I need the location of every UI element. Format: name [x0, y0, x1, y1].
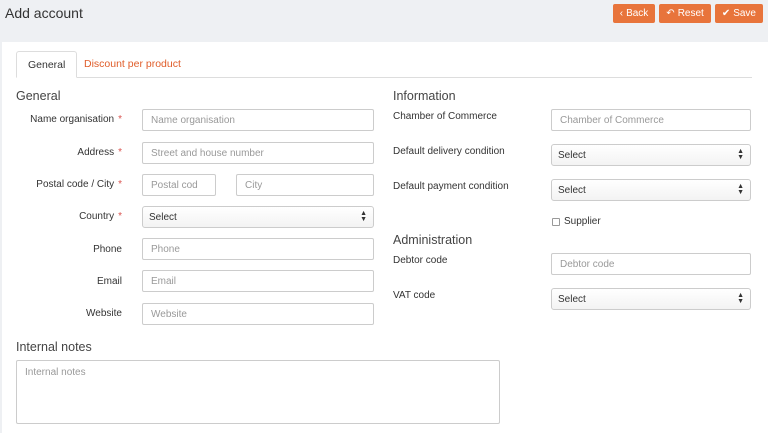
name-organisation-label-text: Name organisation [30, 114, 115, 125]
vat-code-label: VAT code [393, 290, 436, 301]
back-label: Back [626, 8, 649, 19]
payment-condition-value: Select [558, 184, 586, 196]
tab-bar: General Discount per product [16, 51, 752, 78]
phone-label: Phone [93, 244, 122, 255]
postal-city-label: Postal code / City * [16, 179, 122, 190]
address-input[interactable] [142, 142, 374, 164]
address-label: Address * [16, 147, 122, 158]
check-icon: ✔ [721, 7, 731, 19]
website-input[interactable] [142, 303, 374, 325]
vat-code-select[interactable]: Select ▲ ▼ [551, 288, 751, 310]
internal-notes-title: Internal notes [16, 340, 92, 354]
information-section-title: Information [393, 89, 456, 103]
city-input[interactable] [236, 174, 374, 196]
required-mark: * [118, 179, 122, 190]
supplier-checkbox[interactable] [552, 218, 560, 226]
toolbar: ‹ Back ↶ Reset ✔ Save [612, 4, 763, 23]
country-label: Country * [16, 211, 122, 222]
postal-code-input[interactable] [142, 174, 216, 196]
internal-notes-textarea[interactable] [16, 360, 500, 424]
undo-icon: ↶ [666, 7, 675, 19]
select-arrows-icon: ▲ ▼ [737, 183, 744, 196]
tab-general[interactable]: General [16, 51, 78, 78]
debtor-code-label: Debtor code [393, 255, 448, 266]
save-button[interactable]: ✔ Save [714, 4, 763, 23]
phone-input[interactable] [142, 238, 374, 260]
select-arrows-icon: ▲ ▼ [360, 210, 367, 223]
back-button[interactable]: ‹ Back [612, 4, 656, 23]
delivery-condition-select[interactable]: Select ▲ ▼ [551, 144, 751, 166]
reset-label: Reset [677, 8, 704, 19]
required-mark: * [118, 211, 122, 222]
required-mark: * [118, 147, 122, 158]
postal-city-label-text: Postal code / City [36, 179, 115, 190]
supplier-label: Supplier [564, 216, 601, 227]
chamber-of-commerce-label: Chamber of Commerce [393, 111, 497, 122]
country-select[interactable]: Select ▲ ▼ [142, 206, 374, 228]
country-label-text: Country [79, 211, 115, 222]
name-organisation-label: Name organisation * [16, 114, 122, 125]
general-section-title: General [16, 89, 61, 103]
vat-code-value: Select [558, 293, 586, 305]
chamber-of-commerce-input[interactable] [551, 109, 751, 131]
select-arrows-icon: ▲ ▼ [737, 292, 744, 305]
reset-button[interactable]: ↶ Reset [659, 4, 711, 23]
select-arrows-icon: ▲ ▼ [737, 148, 744, 161]
country-select-value: Select [149, 211, 177, 223]
name-organisation-input[interactable] [142, 109, 374, 131]
email-label: Email [96, 276, 122, 287]
chevron-left-icon: ‹ [619, 7, 624, 19]
debtor-code-input[interactable] [551, 253, 751, 275]
tab-discount-per-product[interactable]: Discount per product [73, 51, 192, 78]
required-mark: * [118, 114, 122, 125]
form-panel: General Discount per product General Nam… [2, 42, 768, 433]
administration-section-title: Administration [393, 233, 473, 247]
payment-condition-label: Default payment condition [393, 181, 509, 192]
address-label-text: Address [77, 147, 115, 158]
payment-condition-select[interactable]: Select ▲ ▼ [551, 179, 751, 201]
website-label: Website [86, 308, 122, 319]
delivery-condition-value: Select [558, 149, 586, 161]
email-input[interactable] [142, 270, 374, 292]
page-title: Add account [5, 5, 83, 21]
delivery-condition-label: Default delivery condition [393, 146, 505, 157]
save-label: Save [733, 8, 756, 19]
